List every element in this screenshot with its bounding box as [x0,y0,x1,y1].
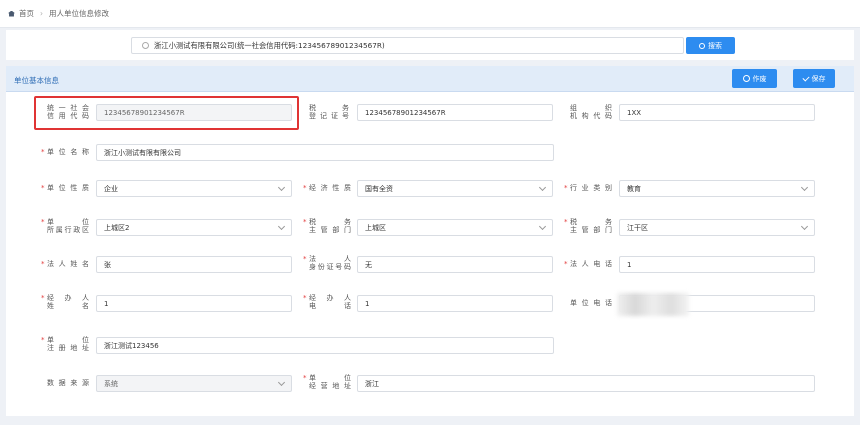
cancel-button-label: 作废 [752,74,767,83]
search-input-value: 浙江小测试有限有限公司(统一社会信用代码:12345678901234567R) [154,40,385,50]
legal-id-field[interactable]: 无 [357,256,553,273]
form-area [6,92,854,416]
chevron-down-icon [800,183,809,192]
unit-phone-label: 单 位 电 话 [570,299,612,307]
chevron-down-icon [277,378,286,387]
agent-name-field[interactable]: 1 [96,295,292,312]
data-source-select[interactable]: 系统 [96,375,292,392]
legal-phone-label: * 法 人 电 话 [564,260,612,268]
chevron-down-icon [538,183,547,192]
legal-phone-field[interactable]: 1 [619,256,815,273]
industry-value: 教育 [627,184,641,193]
radio-icon [142,42,149,49]
redacted-blur [617,293,689,316]
chevron-down-icon [538,222,547,231]
unit-nature-label: * 单 位 性 质 [41,184,89,192]
chevron-down-icon [800,222,809,231]
org-code-field[interactable]: 1XX [619,104,815,121]
admin-region-value: 上城区2 [104,223,130,232]
org-code-label: 组 织机 构 代 码 [570,104,612,120]
labor-dept-label: * 税 务主 管 部 门 [303,218,351,234]
breadcrumb-separator-icon: › [40,9,43,18]
home-icon[interactable] [8,10,15,17]
data-source-value: 系统 [104,379,118,388]
cancel-button[interactable]: 作废 [732,69,777,88]
tax-reg-label: 税 务登 记 证 号 [309,104,349,120]
cancel-icon [742,75,750,82]
chevron-down-icon [277,222,286,231]
agent-name-label: * 经 办 人姓 名 [41,294,89,310]
check-icon [801,73,810,82]
industry-select[interactable]: 教育 [619,180,815,197]
legal-id-label: * 法 人身份证号码 [303,255,351,271]
tax-dept-label: * 税 务主 管 部 门 [564,218,612,234]
data-source-label: 数 据 来 源 [47,379,89,387]
unit-name-label: * 单 位 名 称 [41,148,89,156]
tax-dept-select[interactable]: 江干区 [619,219,815,236]
labor-dept-select[interactable]: 上城区 [357,219,553,236]
panel-title: 单位基本信息 [14,76,59,85]
legal-name-field[interactable]: 张 [96,256,292,273]
reg-address-label: * 单 位注 册 地 址 [41,336,89,352]
biz-address-label: * 单 位经 营 地 址 [303,374,351,390]
chevron-down-icon [277,183,286,192]
agent-phone-field[interactable]: 1 [357,295,553,312]
admin-region-label: * 单 位所属行政区 [41,218,89,234]
unit-name-field[interactable]: 浙江小测试有限有限公司 [96,144,554,161]
industry-label: * 行 业 类 别 [564,184,612,192]
breadcrumb-current: 用人单位信息修改 [49,9,109,18]
save-button-label: 保存 [811,74,826,83]
panel-header: 单位基本信息 [6,66,854,92]
legal-name-label: * 法 人 姓 名 [41,260,89,268]
tax-dept-value: 江干区 [627,223,648,232]
save-button[interactable]: 保存 [793,69,835,88]
breadcrumb-home[interactable]: 首页 [19,8,34,19]
breadcrumb: 首页 › 用人单位信息修改 [0,0,860,28]
highlight-box [34,96,299,130]
econ-nature-select[interactable]: 国有全资 [357,180,553,197]
labor-dept-value: 上城区 [365,223,386,232]
search-button[interactable]: 搜索 [686,37,735,54]
econ-nature-value: 国有全资 [365,184,393,193]
reg-address-field[interactable]: 浙江测试123456 [96,337,554,354]
admin-region-select[interactable]: 上城区2 [96,219,292,236]
econ-nature-label: * 经 济 性 质 [303,184,351,192]
search-button-label: 搜索 [708,41,722,50]
unit-nature-select[interactable]: 企业 [96,180,292,197]
tax-reg-field[interactable]: 12345678901234567R [357,104,553,121]
biz-address-field[interactable]: 浙江 [357,375,815,392]
search-icon [699,42,705,49]
unit-nature-value: 企业 [104,184,118,193]
agent-phone-label: * 经 办 人电 话 [303,294,351,310]
search-input[interactable]: 浙江小测试有限有限公司(统一社会信用代码:12345678901234567R) [131,37,684,54]
